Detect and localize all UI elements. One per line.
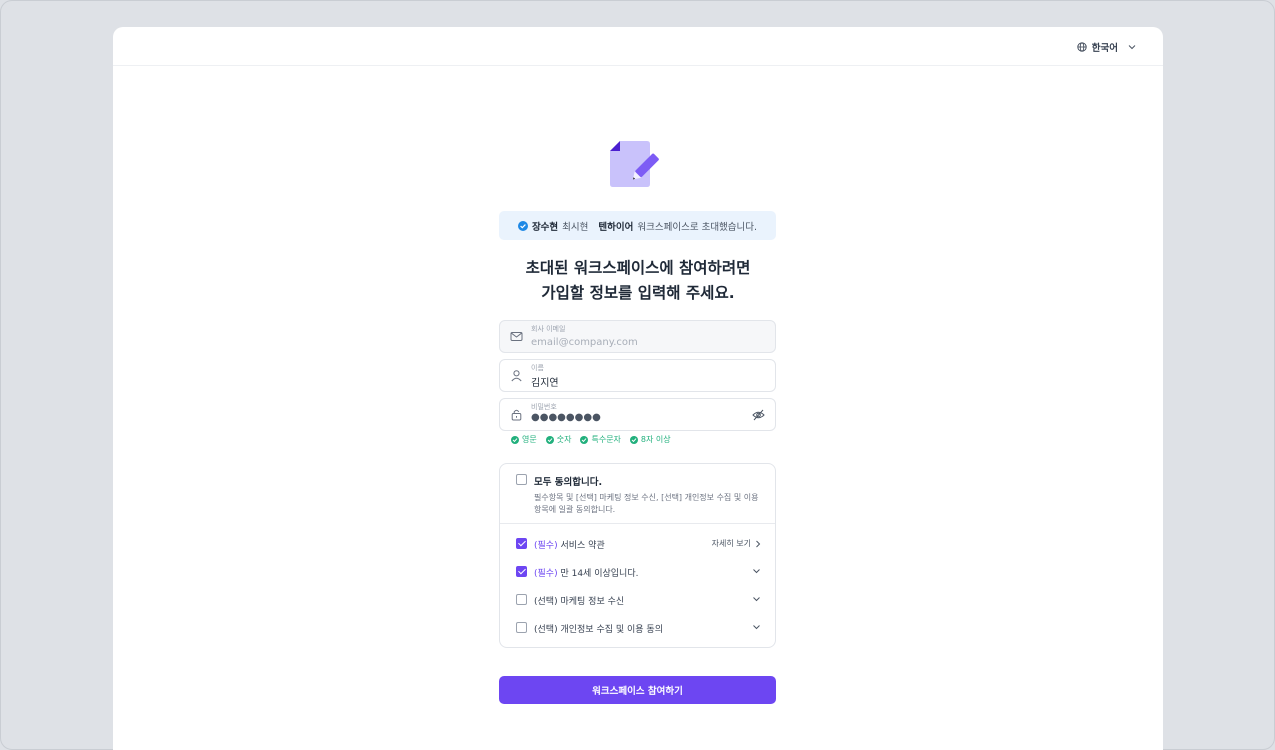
password-rule: 특수문자 [580,434,621,445]
chevron-down-icon[interactable] [752,623,761,631]
terms-checkbox[interactable] [516,622,527,633]
terms-checkbox[interactable] [516,566,527,577]
page-card: 한국어 장수현 최시현 텐하이어 워크스페이스로 초대했습니다. 초대된 워크스… [113,27,1163,750]
terms-prefix: (선택) [534,625,558,635]
lock-icon [511,409,522,421]
rule-label: 8자 이상 [640,435,671,444]
document-pencil-illustration [610,141,659,187]
top-bar: 한국어 [113,27,1163,66]
password-field[interactable]: 비밀번호 ●●●●●●●● [499,398,776,431]
chevron-down-icon[interactable] [752,567,761,575]
check-circle-icon [511,435,519,444]
globe-icon [1077,42,1087,52]
language-label: 한국어 [1091,43,1118,54]
invitee-name: 최시현 [562,221,589,233]
eye-off-icon[interactable] [752,409,765,421]
check-circle-icon [517,220,528,231]
title-line-1: 초대된 워크스페이스에 참여하려면 [525,259,751,277]
check-circle-icon [629,435,638,444]
password-rules: 영문 숫자 특수문자 8자 이상 [511,434,671,445]
page-title: 초대된 워크스페이스에 참여하려면 가입할 정보를 입력해 주세요. [413,256,863,306]
agree-all-checkbox[interactable] [516,474,527,485]
chevron-down-icon[interactable] [752,595,761,603]
divider [500,523,775,524]
terms-checkbox[interactable] [516,594,527,605]
terms-prefix: (선택) [534,597,558,607]
name-field[interactable]: 이름 [499,359,776,392]
view-details-link[interactable]: 자세히 보기 [712,538,761,549]
terms-item-marketing[interactable]: (선택) 마케팅 정보 수신 [516,593,761,607]
chevron-down-icon [1128,45,1136,50]
email-label: 회사 이메일 [531,325,566,333]
rule-label: 숫자 [556,435,572,444]
terms-label: 마케팅 정보 수신 [560,597,625,607]
password-input[interactable]: ●●●●●●●● [531,412,601,423]
password-label: 비밀번호 [531,403,557,411]
check-circle-icon [580,435,589,444]
mail-icon [510,332,523,341]
terms-label: 개인정보 수집 및 이용 동의 [560,625,663,635]
password-rule: 8자 이상 [629,434,671,445]
name-input[interactable] [531,374,741,389]
agree-all-title: 모두 동의합니다. [534,477,603,488]
rule-label: 영문 [522,435,537,444]
terms-label: 만 14세 이상입니다. [560,569,639,579]
chevron-right-icon [756,540,761,547]
rule-label: 특수문자 [591,435,621,444]
terms-panel: 모두 동의합니다. 필수항목 및 [선택] 마케팅 정보 수신, [선택] 개인… [499,463,776,648]
language-selector[interactable]: 한국어 [1077,40,1137,54]
inviter-name: 장수현 [531,221,559,233]
email-input[interactable] [531,335,741,350]
email-field[interactable]: 회사 이메일 [499,320,776,353]
terms-item-service[interactable]: (필수) 서비스 약관 자세히 보기 [516,537,761,551]
terms-item-age[interactable]: (필수) 만 14세 이상입니다. [516,565,761,579]
terms-item-privacy[interactable]: (선택) 개인정보 수집 및 이용 동의 [516,621,761,635]
agree-all-description: 필수항목 및 [선택] 마케팅 정보 수신, [선택] 개인정보 수집 및 이용… [534,493,759,514]
workspace-name: 텐하이어 [598,221,634,233]
invitation-banner: 장수현 최시현 텐하이어 워크스페이스로 초대했습니다. [499,211,776,240]
terms-prefix: (필수) [534,541,558,551]
terms-label: 서비스 약관 [560,541,605,551]
terms-checkbox[interactable] [516,538,527,549]
password-rule: 숫자 [545,434,572,445]
banner-suffix: 워크스페이스로 초대했습니다. [637,221,758,233]
password-rule: 영문 [511,434,537,445]
title-line-2: 가입할 정보를 입력해 주세요. [541,284,735,302]
name-label: 이름 [531,364,544,372]
terms-prefix: (필수) [534,569,558,579]
check-circle-icon [545,435,554,444]
view-details-label: 자세히 보기 [711,539,751,548]
join-workspace-button[interactable]: 워크스페이스 참여하기 [499,676,776,704]
user-icon [511,370,522,382]
